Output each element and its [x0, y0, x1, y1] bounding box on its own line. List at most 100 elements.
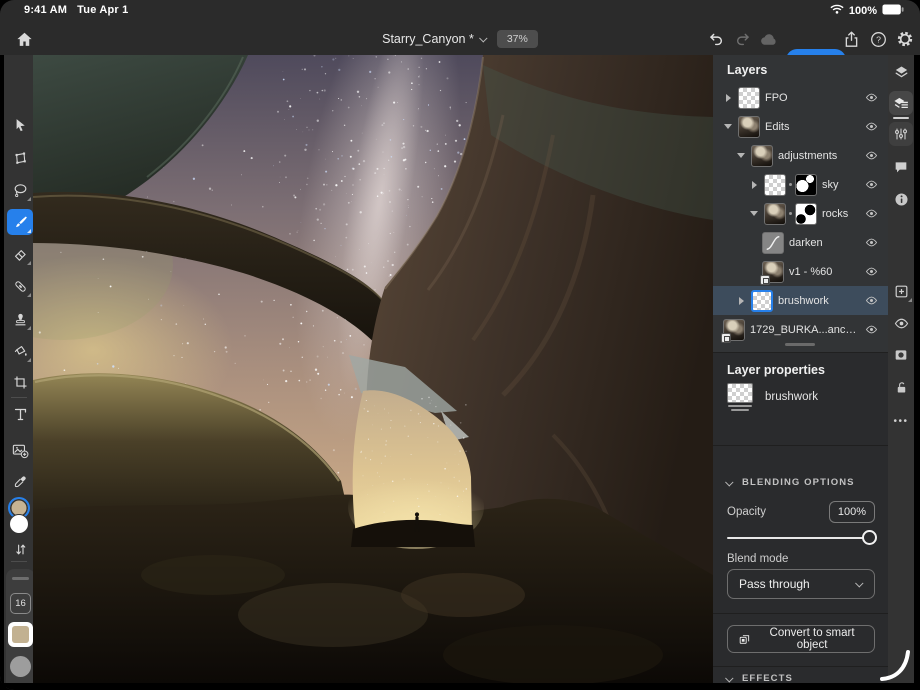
lasso-select-tool[interactable]	[7, 177, 33, 203]
place-photo-tool[interactable]	[7, 437, 33, 463]
blending-options-header[interactable]: BLENDING OPTIONS	[727, 477, 855, 488]
smart-object-icon	[738, 632, 751, 647]
layer-name: darken	[789, 237, 859, 249]
layer-thumbnail[interactable]	[738, 116, 760, 138]
layer-thumbnail[interactable]	[762, 232, 784, 254]
transform-tool[interactable]	[7, 145, 33, 171]
layer-row[interactable]: rocks	[713, 199, 888, 228]
status-time: 9:41 AM	[24, 4, 67, 16]
layer-mask-thumbnail[interactable]	[795, 203, 817, 225]
layer-mask-thumbnail[interactable]	[795, 174, 817, 196]
expand-triangle-icon[interactable]	[723, 94, 733, 102]
properties-layer-name: brushwork	[765, 391, 818, 403]
layer-thumbnail[interactable]	[764, 174, 786, 196]
properties-layer-thumbnail	[727, 383, 753, 411]
brush-hardness-swatch[interactable]	[10, 656, 31, 677]
collapse-triangle-icon[interactable]	[736, 153, 746, 158]
layer-row[interactable]: adjustments	[713, 141, 888, 170]
ipad-status-bar: 9:41 AMTue Apr 1 100%	[0, 0, 920, 22]
redo-icon[interactable]	[730, 27, 754, 51]
right-taskbar: •••	[888, 55, 914, 683]
help-icon[interactable]: ?	[866, 27, 890, 51]
collapse-triangle-icon[interactable]	[723, 124, 733, 129]
eraser-tool[interactable]	[7, 241, 33, 267]
layer-row[interactable]: v1 - %60	[713, 257, 888, 286]
layer-name: 1729_BURKA...anced-NR33	[750, 324, 859, 336]
info-icon[interactable]	[889, 187, 913, 211]
layer-visibility-eye-icon[interactable]	[864, 264, 879, 279]
eyedropper-tool[interactable]	[7, 469, 33, 495]
layer-thumbnail[interactable]	[762, 261, 784, 283]
collapse-triangle-icon[interactable]	[749, 211, 759, 216]
layer-visibility-eye-icon[interactable]	[864, 177, 879, 192]
opacity-slider-knob[interactable]	[862, 530, 877, 545]
comment-icon[interactable]	[889, 155, 913, 179]
layers-detail-icon[interactable]	[889, 91, 913, 115]
type-tool[interactable]	[7, 401, 33, 427]
layer-name: v1 - %60	[789, 266, 859, 278]
select-chevron-icon	[855, 579, 863, 587]
unlock-icon[interactable]	[889, 375, 913, 399]
mask-link-icon	[789, 183, 792, 186]
layer-row[interactable]: sky	[713, 170, 888, 199]
swap-colors-icon[interactable]	[7, 536, 33, 562]
layer-visibility-eye-icon[interactable]	[864, 322, 879, 337]
smart-object-badge	[760, 275, 770, 285]
move-tool[interactable]	[7, 112, 33, 138]
blend-mode-select[interactable]: Pass through	[727, 569, 875, 599]
layer-visibility-eye-icon[interactable]	[864, 119, 879, 134]
layer-mask-icon[interactable]	[889, 343, 913, 367]
properties-sliders-icon[interactable]	[889, 122, 913, 146]
layer-visibility-eye-icon[interactable]	[864, 206, 879, 221]
opacity-slider[interactable]	[727, 531, 875, 545]
opacity-value-field[interactable]: 100%	[829, 501, 875, 523]
layer-thumbnail[interactable]	[723, 319, 745, 341]
brush-size-field[interactable]: 16	[10, 593, 31, 614]
layer-row[interactable]: FPO	[713, 83, 888, 112]
layers-list-section: Layers FPOEditsadjustmentsskyrocksdarken…	[713, 55, 888, 352]
layer-row[interactable]: 1729_BURKA...anced-NR33	[713, 315, 888, 344]
layer-name: Edits	[765, 121, 859, 133]
layer-thumbnail[interactable]	[751, 145, 773, 167]
layer-thumbnail[interactable]	[738, 87, 760, 109]
export-icon[interactable]	[839, 27, 863, 51]
zoom-level-badge[interactable]: 37%	[497, 30, 538, 48]
layer-properties-section: Layer properties brushwork BLENDING OPTI…	[713, 352, 888, 683]
layer-thumbnail[interactable]	[764, 203, 786, 225]
layer-thumbnail[interactable]	[751, 290, 773, 312]
layer-visibility-eye-icon[interactable]	[864, 148, 879, 163]
drag-handle[interactable]	[12, 577, 29, 580]
layers-resize-handle[interactable]	[785, 343, 815, 346]
wifi-icon	[830, 3, 844, 18]
mask-link-icon	[789, 212, 792, 215]
more-options-icon[interactable]: •••	[889, 409, 913, 433]
layer-visibility-eye-icon[interactable]	[864, 235, 879, 250]
background-color-swatch[interactable]	[9, 514, 29, 534]
document-canvas[interactable]	[33, 55, 713, 683]
convert-to-smart-object-button[interactable]: Convert to smart object	[727, 625, 875, 653]
layer-visibility-eye-icon[interactable]	[864, 293, 879, 308]
layer-visibility-eye-icon[interactable]	[864, 90, 879, 105]
expand-triangle-icon[interactable]	[736, 297, 746, 305]
section-chevron-icon	[725, 674, 733, 682]
brush-color-swatch[interactable]	[8, 622, 33, 647]
photoshop-ipad-app: 9:41 AMTue Apr 1 100% Share ? Starry_Can…	[0, 0, 920, 690]
healing-brush-tool[interactable]	[7, 273, 33, 299]
crop-tool[interactable]	[7, 369, 33, 395]
expand-triangle-icon[interactable]	[749, 181, 759, 189]
clone-stamp-tool[interactable]	[7, 306, 33, 332]
layer-row[interactable]: Edits	[713, 112, 888, 141]
settings-gear-icon[interactable]	[893, 27, 917, 51]
layer-row[interactable]: darken	[713, 228, 888, 257]
layers-compact-icon[interactable]	[889, 60, 913, 84]
brush-tool[interactable]	[7, 209, 33, 235]
add-layer-icon[interactable]	[889, 279, 913, 303]
undo-icon[interactable]	[704, 27, 728, 51]
document-title[interactable]: Starry_Canyon *	[382, 32, 487, 46]
visibility-eye-icon[interactable]	[889, 311, 913, 335]
home-icon[interactable]	[12, 27, 36, 51]
layer-row[interactable]: brushwork	[713, 286, 888, 315]
layer-name: adjustments	[778, 150, 859, 162]
tool-rail: 16 •••	[0, 55, 33, 683]
fill-tool[interactable]	[7, 338, 33, 364]
